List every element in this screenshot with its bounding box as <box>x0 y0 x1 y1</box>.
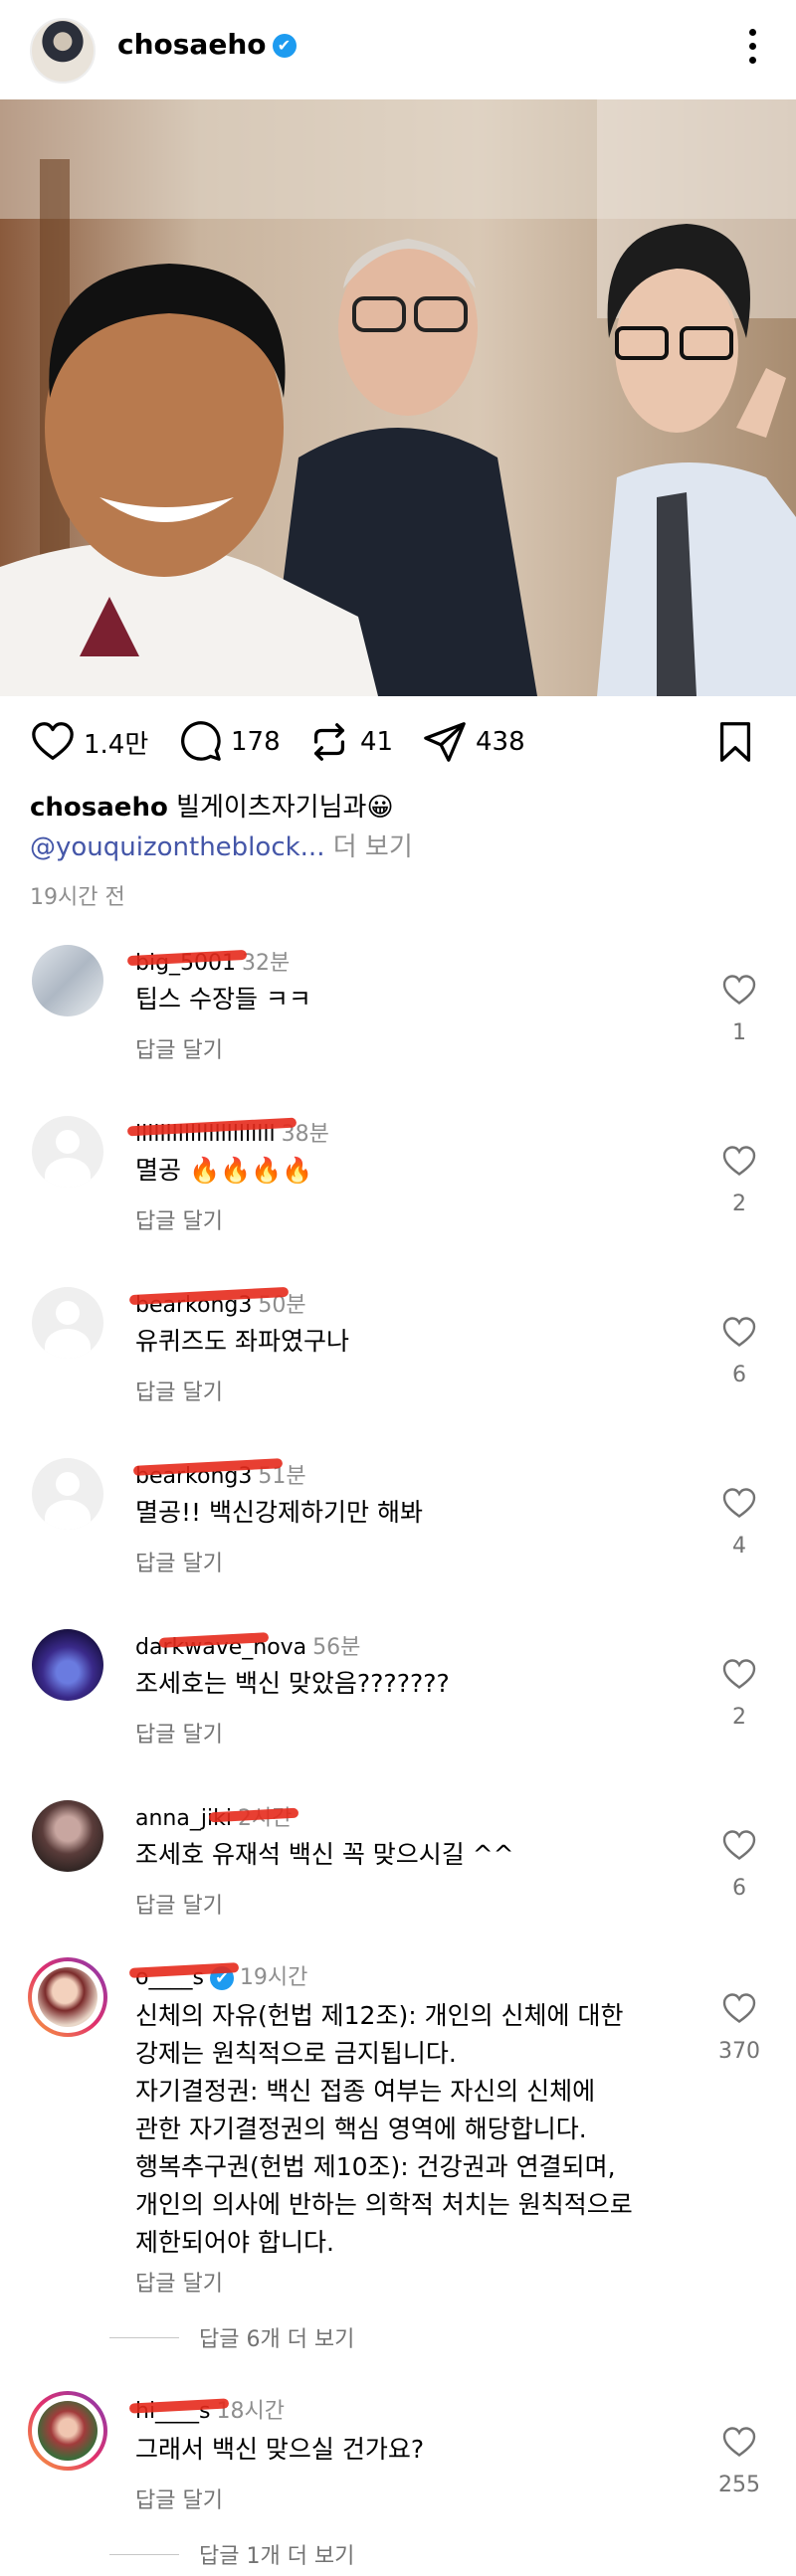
post-caption: chosaeho 빌게이츠자기님과😀 @youquizontheblock...… <box>30 788 766 867</box>
verified-icon: ✔ <box>272 34 297 58</box>
view-replies-button[interactable]: 답글 1개 더 보기 <box>109 2538 354 2570</box>
commenter-avatar[interactable] <box>32 1629 103 1701</box>
comment-like-count: 255 <box>718 2473 760 2497</box>
send-icon <box>424 722 466 762</box>
comment-text: 조세호 유재석 백신 꼭 맞으시길 ^^ <box>135 1840 514 1869</box>
comment-text: 멸공 🔥🔥🔥🔥 <box>135 1156 313 1185</box>
post-photo[interactable] <box>0 99 796 696</box>
like-count: 1.4만 <box>84 729 149 760</box>
heart-icon <box>32 722 74 760</box>
comment-like-count: 2 <box>732 1192 746 1216</box>
commenter-avatar[interactable] <box>32 1458 103 1530</box>
username[interactable]: chosaeho ✔ <box>117 28 297 61</box>
view-replies-button[interactable]: 답글 6개 더 보기 <box>109 2321 354 2353</box>
commenter-avatar[interactable] <box>32 1116 103 1188</box>
action-bar: 1.4만 178 41 438 <box>0 706 796 786</box>
caption-mention[interactable]: @youquizontheblock... <box>30 832 324 862</box>
profile-avatar[interactable] <box>30 18 96 84</box>
commenter-avatar[interactable] <box>32 1287 103 1359</box>
heart-icon <box>722 975 756 1005</box>
commenter-avatar[interactable] <box>32 1800 103 1872</box>
comment-like-button[interactable]: 1 <box>714 973 764 1045</box>
heart-icon <box>722 1830 756 1860</box>
reply-button[interactable]: 답글 달기 <box>135 1717 223 1748</box>
comment-like-button[interactable]: 370 <box>704 1991 774 2064</box>
comment-like-count: 6 <box>732 1876 746 1901</box>
post-timestamp: 19시간 전 <box>30 885 125 910</box>
repost-button[interactable]: 41 <box>306 720 393 764</box>
commenter-avatar[interactable] <box>32 945 103 1016</box>
comment-like-count: 1 <box>732 1020 746 1045</box>
caption-more-link[interactable]: 더 보기 <box>333 832 413 862</box>
comment-text: 조세호는 백신 맞았음??????? <box>135 1669 450 1698</box>
comment-text: 멸공!! 백신강제하기만 해봐 <box>135 1498 423 1527</box>
comment-like-count: 370 <box>718 2039 760 2064</box>
comment-like-button[interactable]: 255 <box>704 2425 774 2497</box>
comment-like-count: 2 <box>732 1705 746 1730</box>
comment-text: 신체의 자유(헌법 제12조): 개인의 신체에 대한 강제는 원칙적으로 금지… <box>135 2001 633 2257</box>
divider <box>109 2336 179 2338</box>
share-count: 438 <box>476 727 525 757</box>
comment-icon <box>181 721 221 761</box>
reply-button[interactable]: 답글 달기 <box>135 1546 223 1577</box>
post-image <box>0 99 796 696</box>
comment-time: 32분 <box>242 951 291 976</box>
repost-icon <box>313 723 345 761</box>
post-header: chosaeho ✔ <box>0 0 796 99</box>
comment-time: 56분 <box>312 1635 361 1660</box>
comment-like-count: 6 <box>732 1363 746 1387</box>
save-button[interactable] <box>712 720 758 764</box>
comment-count: 178 <box>231 727 281 757</box>
reply-button[interactable]: 답글 달기 <box>135 2266 223 2298</box>
comment-like-button[interactable]: 2 <box>714 1144 764 1216</box>
divider <box>109 2553 179 2555</box>
heart-icon <box>722 1659 756 1689</box>
heart-icon <box>722 1146 756 1176</box>
repost-count: 41 <box>360 727 394 757</box>
comment-text: 유퀴즈도 좌파였구나 <box>135 1327 349 1356</box>
comment-like-button[interactable]: 2 <box>714 1657 764 1730</box>
reply-button[interactable]: 답글 달기 <box>135 1888 223 1920</box>
like-button[interactable]: 1.4만 <box>30 720 148 764</box>
heart-icon <box>722 1488 756 1518</box>
heart-icon <box>722 1993 756 2023</box>
comment-text: 팁스 수장들 ㅋㅋ <box>135 985 311 1013</box>
comment-like-button[interactable]: 6 <box>714 1828 764 1901</box>
reply-button[interactable]: 답글 달기 <box>135 1032 223 1064</box>
comment-like-button[interactable]: 6 <box>714 1315 764 1387</box>
heart-icon <box>722 1317 756 1347</box>
more-options-icon[interactable] <box>740 24 764 72</box>
heart-icon <box>722 2427 756 2457</box>
reply-button[interactable]: 답글 달기 <box>135 1375 223 1406</box>
commenter-avatar[interactable] <box>28 2391 107 2471</box>
caption-username[interactable]: chosaeho <box>30 793 168 823</box>
comment-text: 그래서 백신 맞으실 건가요? <box>135 2435 425 2464</box>
comment-button[interactable]: 178 <box>177 720 281 764</box>
bookmark-icon <box>719 722 751 762</box>
share-button[interactable]: 438 <box>422 720 525 764</box>
comment-time: 19시간 <box>239 1965 308 1990</box>
caption-text: 빌게이츠자기님과😀 <box>176 793 394 823</box>
comment-like-button[interactable]: 4 <box>714 1486 764 1559</box>
commenter-avatar[interactable] <box>28 1957 107 2037</box>
reply-button[interactable]: 답글 달기 <box>135 2483 223 2514</box>
comment-like-count: 4 <box>732 1534 746 1559</box>
reply-button[interactable]: 답글 달기 <box>135 1203 223 1235</box>
